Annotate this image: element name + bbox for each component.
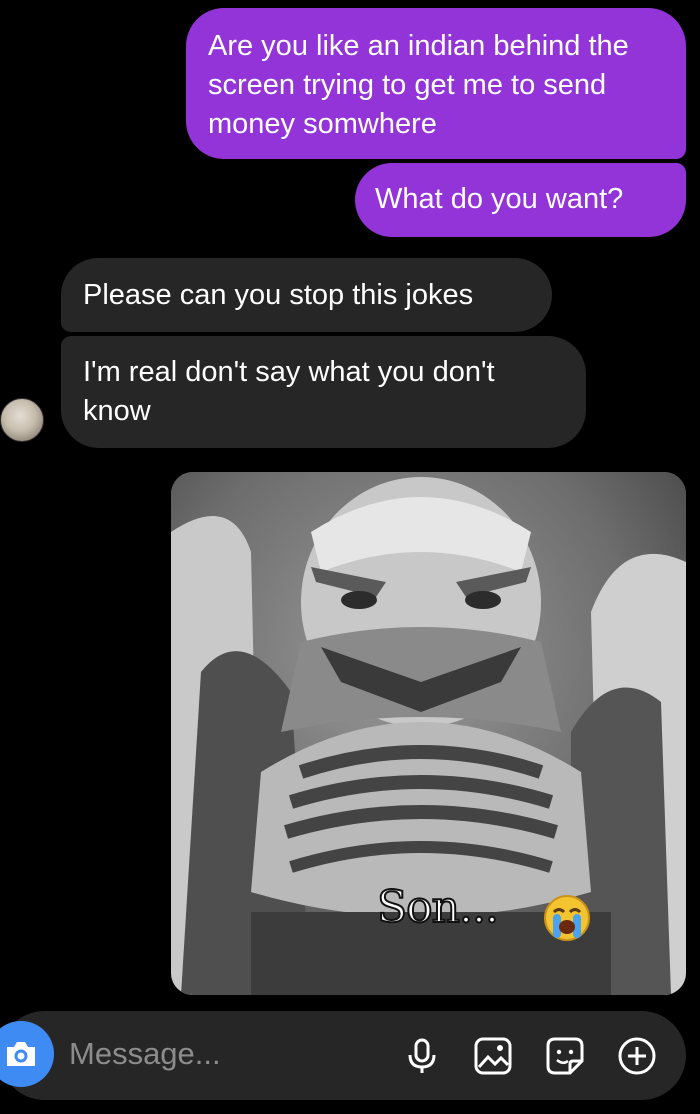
sender-avatar[interactable] [0, 398, 44, 442]
sticker-icon[interactable] [545, 1036, 585, 1076]
chat-screen: Are you like an indian behind the screen… [0, 0, 700, 1114]
loudly-crying-face-icon [544, 895, 590, 941]
message-input[interactable]: Message... [69, 1036, 221, 1072]
message-text: What do you want? [375, 183, 624, 215]
message-text: I'm real don't say what you don't know [83, 356, 495, 427]
meme-caption: Son... [376, 881, 500, 934]
camera-icon [7, 1042, 35, 1066]
incoming-message[interactable]: I'm real don't say what you don't know [61, 336, 586, 448]
gallery-icon[interactable] [473, 1036, 513, 1076]
incoming-message[interactable]: Please can you stop this jokes [61, 258, 552, 332]
outgoing-message[interactable]: What do you want? [355, 163, 686, 237]
plus-icon[interactable] [617, 1036, 657, 1076]
meme-image[interactable]: Son... [171, 472, 686, 995]
microphone-icon[interactable] [402, 1036, 442, 1076]
message-text: Are you like an indian behind the screen… [208, 30, 629, 140]
outgoing-message[interactable]: Are you like an indian behind the screen… [186, 8, 686, 159]
message-text: Please can you stop this jokes [83, 279, 474, 311]
